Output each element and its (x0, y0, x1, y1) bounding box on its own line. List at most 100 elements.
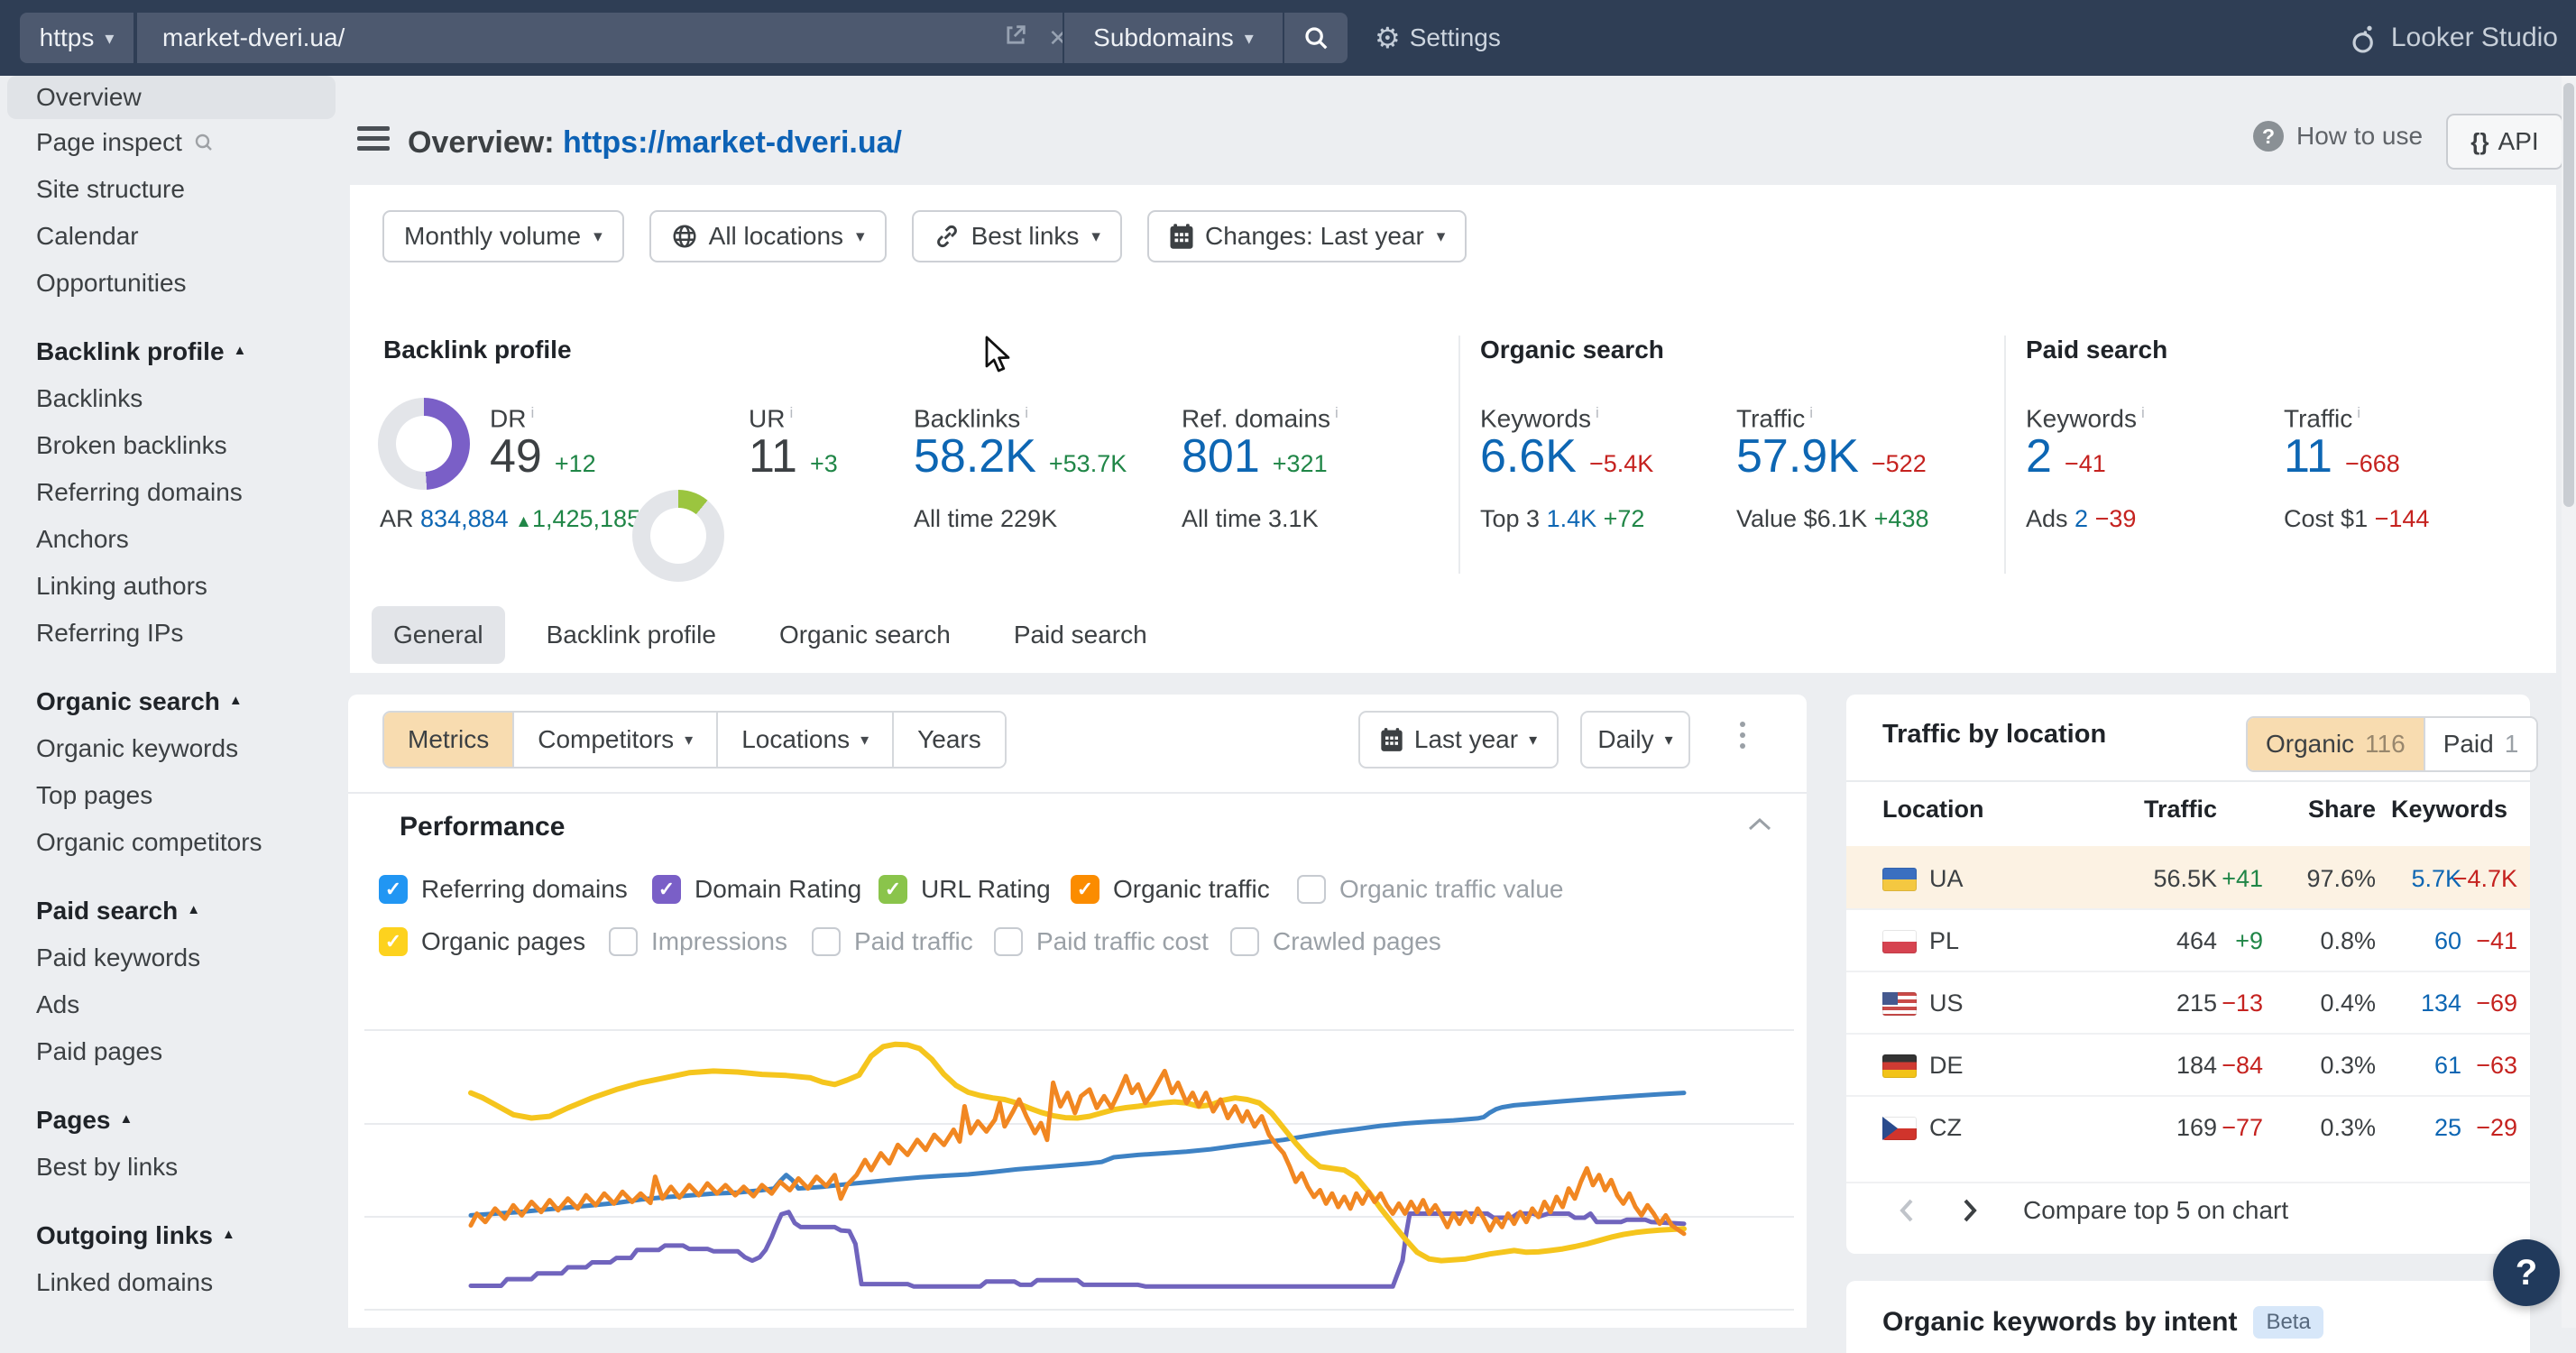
location-traffic-delta: −84 (2222, 1035, 2263, 1097)
dr-value: 49 (490, 430, 542, 483)
sidebar-item-broken-backlinks[interactable]: Broken backlinks (0, 422, 343, 469)
info-icon[interactable]: i (1809, 404, 1813, 421)
organic-keywords-value[interactable]: 6.6K (1480, 430, 1577, 483)
performance-chart[interactable] (361, 992, 1807, 1328)
metric-checkbox-organic-pages[interactable]: ✓Organic pages (379, 927, 585, 956)
metric-checkbox-organic-traffic-value[interactable]: Organic traffic value (1297, 875, 1564, 904)
ads-value[interactable]: 2 (2075, 505, 2088, 532)
settings-button[interactable]: ⚙ Settings (1375, 13, 1501, 63)
paid-keywords-value[interactable]: 2 (2026, 430, 2052, 483)
info-icon[interactable]: i (789, 404, 793, 421)
open-external-icon[interactable] (1003, 23, 1028, 54)
info-icon[interactable]: i (2357, 404, 2360, 421)
sidebar-item-linking-authors[interactable]: Linking authors (0, 563, 343, 610)
help-button[interactable]: ? (2493, 1239, 2560, 1306)
metric-checkbox-impressions[interactable]: Impressions (609, 927, 787, 956)
location-row-PL[interactable]: PL464+90.8%60−41 (1846, 908, 2530, 972)
sidebar-section-outgoing-links[interactable]: Outgoing links▲ (0, 1212, 343, 1259)
sidebar-item-page-inspect[interactable]: Page inspect (0, 119, 343, 166)
sidebar-item-organic-competitors[interactable]: Organic competitors (0, 819, 343, 866)
metric-checkbox-domain-rating[interactable]: ✓Domain Rating (652, 875, 861, 904)
backlinks-value[interactable]: 58.2K (914, 430, 1036, 483)
location-row-CZ[interactable]: CZ169−770.3%25−29 (1846, 1095, 2530, 1159)
segment-competitors[interactable]: Competitors▾ (514, 713, 718, 767)
menu-icon[interactable] (357, 126, 390, 155)
top3-value[interactable]: 1.4K (1547, 505, 1597, 532)
paid-traffic-value[interactable]: 11 (2284, 430, 2332, 483)
tab-general[interactable]: General (372, 606, 505, 664)
sidebar-item-referring-ips[interactable]: Referring IPs (0, 610, 343, 657)
sidebar-item-best-by-links[interactable]: Best by links (0, 1144, 343, 1191)
toggle-paid[interactable]: Paid 1 (2424, 718, 2537, 770)
ar-value[interactable]: 834,884 (420, 505, 509, 532)
checked-checkbox-icon: ✓ (379, 875, 408, 904)
metric-checkbox-organic-traffic[interactable]: ✓Organic traffic (1071, 875, 1270, 904)
checked-checkbox-icon: ✓ (379, 927, 408, 956)
location-row-US[interactable]: US215−130.4%134−69 (1846, 971, 2530, 1035)
tab-organic-search[interactable]: Organic search (758, 606, 972, 664)
location-keywords[interactable]: 25 (2434, 1097, 2461, 1159)
sidebar-item-linked-domains[interactable]: Linked domains (0, 1259, 343, 1306)
locations-filter-dropdown[interactable]: All locations▾ (649, 210, 887, 262)
segment-locations[interactable]: Locations▾ (718, 713, 894, 767)
date-range-dropdown[interactable]: Last year▾ (1358, 711, 1559, 769)
info-icon[interactable]: i (1596, 404, 1599, 421)
sidebar-item-ads[interactable]: Ads (0, 981, 343, 1028)
sidebar-item-site-structure[interactable]: Site structure (0, 166, 343, 213)
location-keywords[interactable]: 60 (2434, 910, 2461, 972)
sidebar-item-overview[interactable]: Overview (7, 76, 336, 119)
sidebar-item-paid-keywords[interactable]: Paid keywords (0, 934, 343, 981)
metric-checkbox-paid-traffic-cost[interactable]: Paid traffic cost (994, 927, 1209, 956)
compare-top5-button[interactable]: Compare top 5 on chart (2023, 1196, 2288, 1225)
sidebar-section-backlink-profile[interactable]: Backlink profile▲ (0, 328, 343, 375)
sidebar-item-backlinks[interactable]: Backlinks (0, 375, 343, 422)
url-input[interactable]: market-dveri.ua/ ✕ (135, 13, 1088, 63)
sidebar-item-calendar[interactable]: Calendar (0, 213, 343, 260)
granularity-dropdown[interactable]: Daily▾ (1580, 711, 1690, 769)
next-page-icon[interactable] (1962, 1198, 1978, 1223)
info-icon[interactable]: i (530, 404, 534, 421)
sidebar-item-opportunities[interactable]: Opportunities (0, 260, 343, 307)
intent-card-title: Organic keywords by intent Beta (1882, 1306, 2323, 1339)
collapse-chevron-icon[interactable] (1748, 817, 1771, 836)
api-button[interactable]: {} API (2446, 114, 2563, 170)
sidebar-item-paid-pages[interactable]: Paid pages (0, 1028, 343, 1075)
changes-period-dropdown[interactable]: Changes: Last year▾ (1147, 210, 1467, 262)
info-icon[interactable]: i (1335, 404, 1339, 421)
prev-page-icon[interactable] (1899, 1198, 1915, 1223)
search-button[interactable] (1283, 13, 1348, 63)
location-keywords[interactable]: 134 (2421, 972, 2461, 1035)
organic-traffic-value[interactable]: 57.9K (1736, 430, 1859, 483)
info-icon[interactable]: i (2141, 404, 2145, 421)
triangle-up-icon: ▲ (222, 1227, 235, 1242)
scope-dropdown[interactable]: Subdomains ▾ (1063, 13, 1283, 63)
ref-domains-value[interactable]: 801 (1182, 430, 1260, 483)
target-url-link[interactable]: https://market-dveri.ua/ (563, 125, 902, 160)
sidebar-item-top-pages[interactable]: Top pages (0, 772, 343, 819)
segment-metrics[interactable]: Metrics (384, 713, 514, 767)
sidebar-item-anchors[interactable]: Anchors (0, 516, 343, 563)
sidebar-item-organic-keywords[interactable]: Organic keywords (0, 725, 343, 772)
protocol-dropdown[interactable]: https ▾ (20, 13, 133, 63)
scrollbar-thumb[interactable] (2563, 83, 2574, 507)
how-to-use-button[interactable]: ? How to use (2253, 121, 2423, 152)
sidebar-section-paid-search[interactable]: Paid search▲ (0, 888, 343, 934)
sidebar-section-pages[interactable]: Pages▲ (0, 1097, 343, 1144)
location-row-UA[interactable]: UA56.5K+4197.6%5.7K−4.7K (1846, 846, 2530, 910)
segment-years[interactable]: Years (894, 713, 1005, 767)
info-icon[interactable]: i (1025, 404, 1028, 421)
metric-checkbox-crawled-pages[interactable]: Crawled pages (1230, 927, 1441, 956)
metric-checkbox-paid-traffic[interactable]: Paid traffic (812, 927, 973, 956)
metric-checkbox-url-rating[interactable]: ✓URL Rating (879, 875, 1051, 904)
toggle-organic[interactable]: Organic 116 (2248, 718, 2424, 770)
location-keywords[interactable]: 61 (2434, 1035, 2461, 1097)
tab-backlink-profile[interactable]: Backlink profile (525, 606, 738, 664)
tab-paid-search[interactable]: Paid search (992, 606, 1169, 664)
more-options-icon[interactable] (1734, 722, 1752, 754)
metric-checkbox-referring-domains[interactable]: ✓Referring domains (379, 875, 628, 904)
sidebar-section-organic-search[interactable]: Organic search▲ (0, 678, 343, 725)
location-row-DE[interactable]: DE184−840.3%61−63 (1846, 1033, 2530, 1097)
sidebar-item-referring-domains[interactable]: Referring domains (0, 469, 343, 516)
volume-mode-dropdown[interactable]: Monthly volume▾ (382, 210, 624, 262)
best-links-dropdown[interactable]: Best links▾ (912, 210, 1122, 262)
